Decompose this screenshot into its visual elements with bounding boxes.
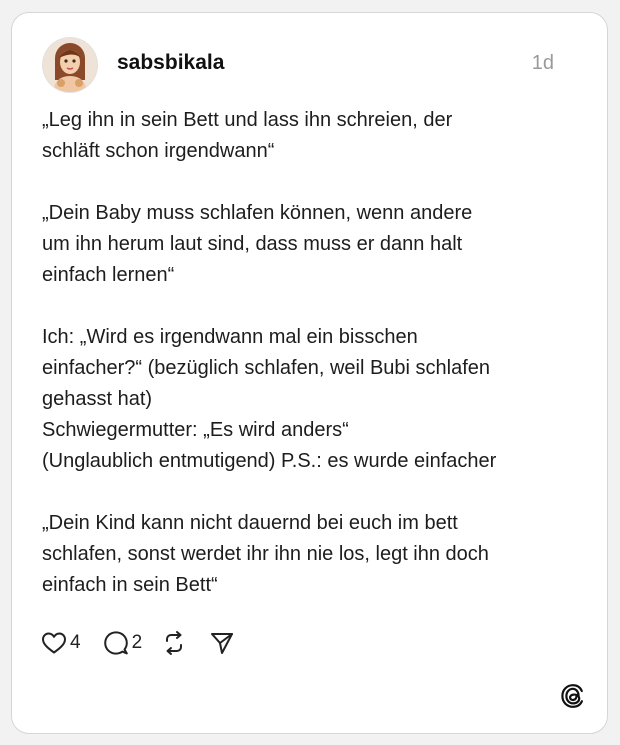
comment-button[interactable]: 2 bbox=[103, 630, 143, 656]
text-line: (Unglaublich entmutigend) P.S.: es wurde… bbox=[42, 450, 497, 472]
comment-count: 2 bbox=[131, 632, 143, 653]
post-paragraph: „Leg ihn in sein Bett und lass ihn schre… bbox=[42, 105, 582, 167]
avatar[interactable] bbox=[43, 38, 97, 92]
post-actions: 4 2 bbox=[41, 629, 235, 657]
threads-logo-glyph bbox=[561, 684, 583, 708]
username[interactable]: sabsbikala bbox=[117, 51, 224, 75]
text-line: „Dein Baby muss schlafen können, wenn an… bbox=[42, 202, 473, 224]
text-line: gehasst hat) bbox=[42, 388, 153, 410]
send-icon bbox=[211, 633, 234, 654]
like-button[interactable]: 4 bbox=[41, 631, 81, 655]
post-paragraph: Ich: „Wird es irgendwann mal ein bissche… bbox=[42, 322, 582, 477]
threads-logo-icon[interactable] bbox=[560, 683, 586, 709]
like-count: 4 bbox=[70, 632, 81, 653]
text-line: Schwiegermutter: „Es wird anders“ bbox=[42, 419, 349, 441]
heart-icon bbox=[42, 632, 66, 654]
text-line: schlafen, sonst werdet ihr ihn nie los, … bbox=[42, 543, 489, 565]
share-button[interactable] bbox=[209, 630, 235, 656]
text-line: Ich: „Wird es irgendwann mal ein bissche… bbox=[42, 326, 418, 348]
repost-button[interactable] bbox=[161, 630, 187, 656]
post-timestamp: 1d bbox=[531, 52, 554, 74]
comment-bubble-icon bbox=[103, 631, 128, 655]
repost-icon bbox=[166, 631, 183, 655]
post-text: „Leg ihn in sein Bett und lass ihn schre… bbox=[42, 105, 582, 601]
text-line: einfach lernen“ bbox=[42, 264, 175, 286]
post-paragraph: „Dein Kind kann nicht dauernd bei euch i… bbox=[42, 508, 582, 601]
post-paragraph: „Dein Baby muss schlafen können, wenn an… bbox=[42, 198, 582, 291]
threads-post-card: sabsbikala 1d „Leg ihn in sein Bett und … bbox=[11, 12, 608, 734]
text-line: schläft schon irgendwann“ bbox=[42, 140, 275, 162]
text-line: einfacher?“ (bezüglich schlafen, weil Bu… bbox=[42, 357, 491, 379]
text-line: einfach in sein Bett“ bbox=[42, 574, 218, 596]
text-line: um ihn herum laut sind, dass muss er dan… bbox=[42, 233, 463, 255]
text-line: „Dein Kind kann nicht dauernd bei euch i… bbox=[42, 512, 458, 534]
avatar-image bbox=[43, 38, 97, 92]
text-line: „Leg ihn in sein Bett und lass ihn schre… bbox=[42, 109, 453, 131]
